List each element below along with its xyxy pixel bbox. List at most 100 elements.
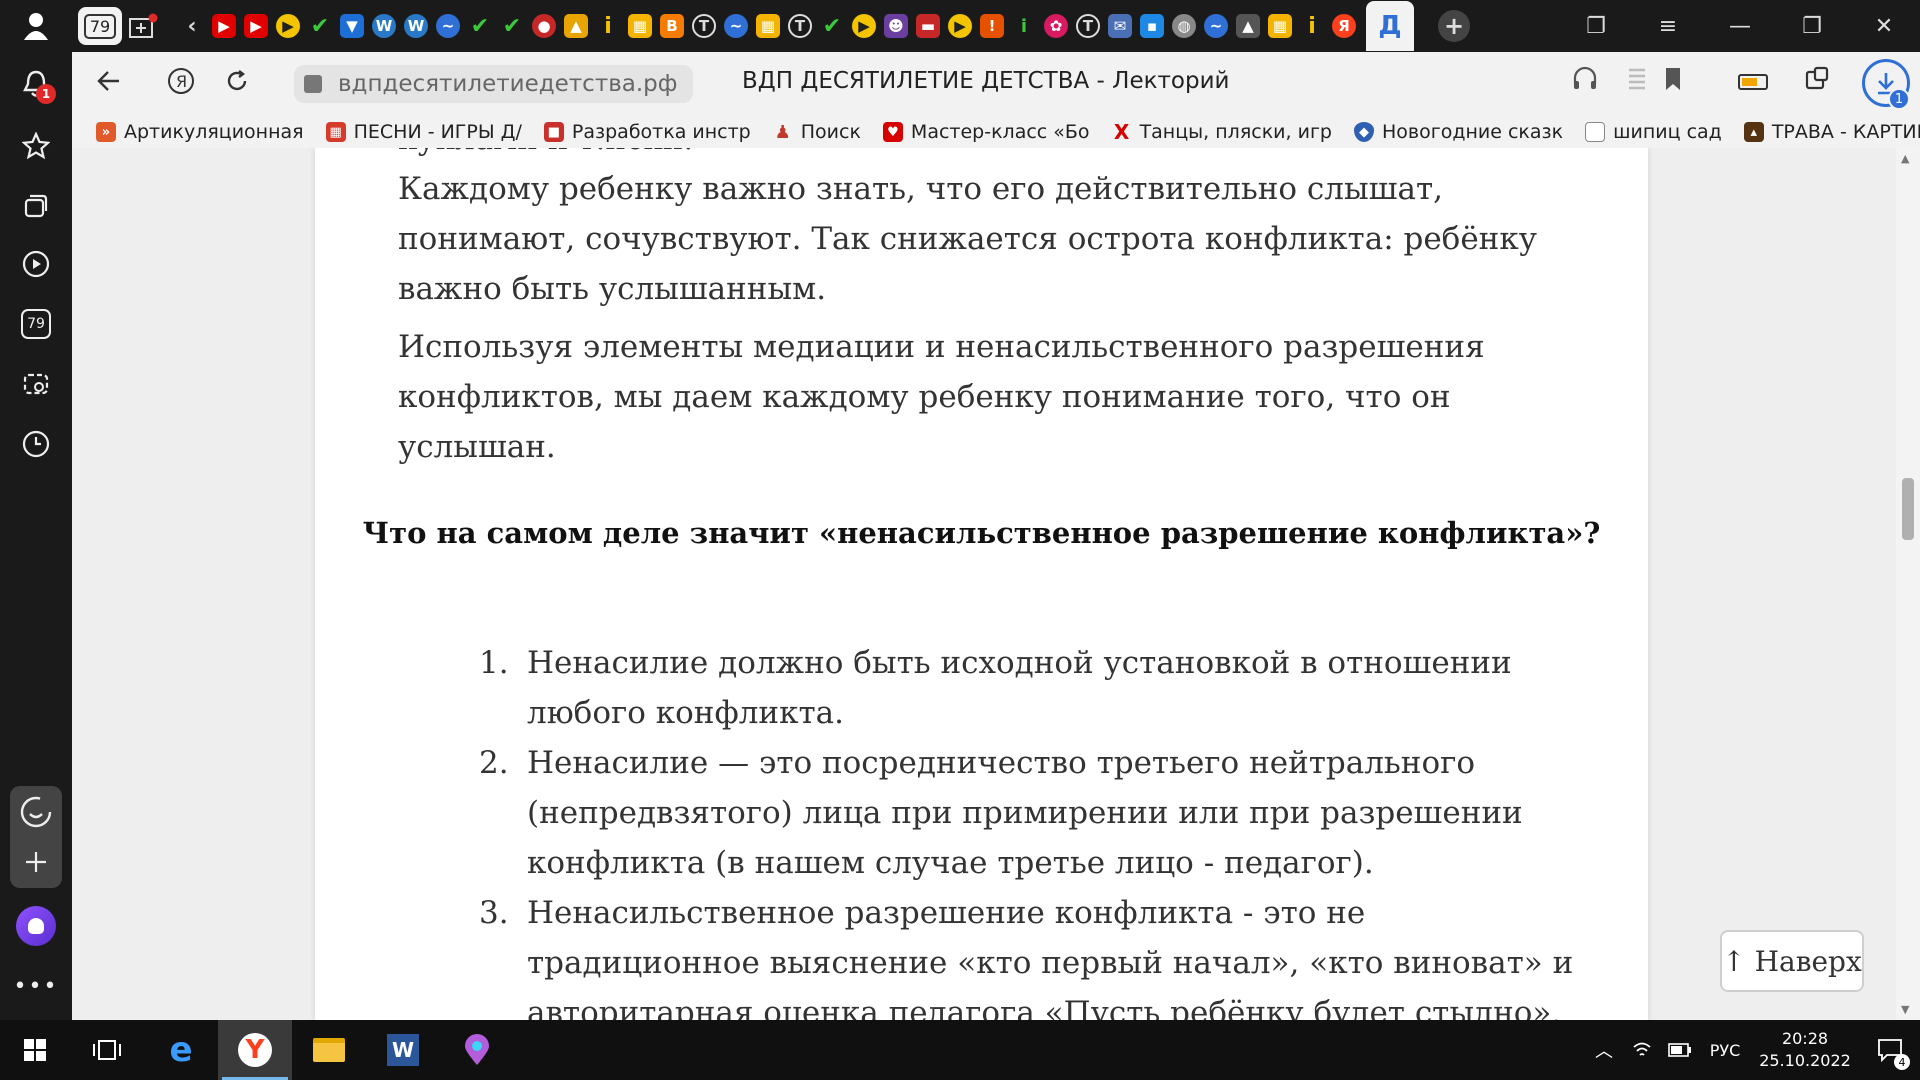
word-icon[interactable]: W xyxy=(366,1020,440,1080)
scrollbar-thumb[interactable] xyxy=(1902,478,1914,540)
reload-icon[interactable] xyxy=(210,69,264,100)
tab-youtube-1[interactable]: ▶ xyxy=(212,14,236,38)
collections-icon[interactable] xyxy=(10,180,62,232)
scroll-up-arrow-icon[interactable]: ▲ xyxy=(1901,152,1909,165)
tab-blogger[interactable]: B xyxy=(660,14,684,38)
close-window-icon[interactable]: ✕ xyxy=(1848,14,1920,39)
bookmark-item[interactable]: ◆ Новогодние сказк xyxy=(1353,121,1563,143)
headphones-icon[interactable] xyxy=(1572,66,1598,96)
tab-info-3[interactable]: i xyxy=(1300,14,1324,39)
tab-flower[interactable]: ✿ xyxy=(1044,14,1068,38)
file-explorer-icon[interactable] xyxy=(292,1020,366,1080)
tab-yandex[interactable]: Я xyxy=(1332,14,1356,38)
yandex-home-icon[interactable]: Я xyxy=(154,67,208,102)
tab-image-2[interactable]: ▦ xyxy=(756,14,780,38)
tab-cake[interactable]: ▲ xyxy=(564,14,588,38)
tab-counter-label: 79 xyxy=(83,13,117,39)
yandex-browser-taskbar-icon[interactable]: Y xyxy=(218,1020,292,1080)
list-item-text: Ненасильственное разрешение конфликта - … xyxy=(527,895,1574,1020)
tray-overflow-chevron-icon[interactable]: ︿ xyxy=(1584,1020,1624,1080)
bird-icon: ▴ xyxy=(1743,122,1764,142)
tab-play-1[interactable]: ▶ xyxy=(276,14,300,38)
tab-mountain[interactable]: ▲ xyxy=(1236,14,1260,38)
tab-blue-swoosh-2[interactable]: ~ xyxy=(724,14,748,38)
tab-car[interactable]: ▬ xyxy=(916,14,940,38)
tabs-overview-icon[interactable]: ❐ xyxy=(1560,14,1632,39)
clock[interactable]: 20:28 25.10.2022 xyxy=(1750,1028,1860,1072)
favorites-star-icon[interactable] xyxy=(10,120,62,172)
tab-calendar[interactable]: ! xyxy=(980,14,1004,38)
tab-shield[interactable]: ▼ xyxy=(340,14,364,38)
sidebar-widgets-panel xyxy=(10,786,62,888)
new-tab-plus-icon[interactable]: + xyxy=(1438,10,1470,42)
tab-t-2[interactable]: T xyxy=(788,14,812,38)
tab-active-current[interactable]: Д xyxy=(1366,1,1414,51)
tab-t-3[interactable]: T xyxy=(1076,14,1100,38)
maps-pin-icon[interactable] xyxy=(440,1020,514,1080)
bookmark-item[interactable]: ♥ Мастер-класс «Бо xyxy=(882,121,1090,143)
back-arrow-icon[interactable] xyxy=(82,69,136,99)
tab-blue-swoosh-1[interactable]: ~ xyxy=(436,14,460,38)
assistant-circle-icon[interactable] xyxy=(10,786,62,838)
windows-start-icon[interactable] xyxy=(0,1020,70,1080)
tab-t-1[interactable]: T xyxy=(692,14,716,38)
video-play-icon[interactable] xyxy=(10,238,62,290)
tab-check-4[interactable]: ✔ xyxy=(820,14,844,39)
tabs-list-button[interactable]: 79 xyxy=(10,298,62,350)
tab-mail[interactable]: ✉ xyxy=(1108,14,1132,38)
tab-person[interactable]: ☻ xyxy=(884,14,908,38)
tab-counter-button[interactable]: 79 xyxy=(78,7,122,45)
wifi-icon[interactable] xyxy=(1624,1020,1660,1080)
menu-hamburger-icon[interactable]: ≡ xyxy=(1632,14,1704,39)
battery-saver-icon[interactable] xyxy=(1738,74,1768,90)
edge-browser-icon[interactable]: e xyxy=(144,1020,218,1080)
bookmark-item[interactable]: ♟ Поиск xyxy=(773,121,861,143)
tab-info-1[interactable]: i xyxy=(596,14,620,39)
profile-icon[interactable] xyxy=(10,0,62,52)
tab-wordpress-2[interactable]: W xyxy=(404,14,428,38)
tab-image-3[interactable]: ▦ xyxy=(1268,14,1292,38)
extensions-puzzle-icon[interactable] xyxy=(1803,66,1831,100)
tab-check-3[interactable]: ✔ xyxy=(500,14,524,39)
tab-blue-swoosh-3[interactable]: ~ xyxy=(1204,14,1228,38)
bookmark-label: Мастер-класс «Бо xyxy=(910,121,1090,143)
tray-battery-icon[interactable] xyxy=(1660,1020,1700,1080)
scroll-down-arrow-icon[interactable]: ▼ xyxy=(1901,1003,1909,1016)
tab-check-1[interactable]: ✔ xyxy=(308,14,332,39)
minimize-icon[interactable]: — xyxy=(1704,14,1776,39)
scroll-tabs-left-icon[interactable]: ‹ xyxy=(180,14,204,39)
bookmark-item[interactable]: X Танцы, пляски, игр xyxy=(1112,120,1332,144)
new-tab-group-icon[interactable] xyxy=(126,13,160,38)
tab-check-2[interactable]: ✔ xyxy=(468,14,492,39)
bookmark-item[interactable]: ▦ ПЕСНИ - ИГРЫ Д/ xyxy=(325,121,522,143)
more-dots-icon[interactable]: ••• xyxy=(10,960,62,1012)
tab-wordpress-1[interactable]: W xyxy=(372,14,396,38)
bookmark-ribbon-icon[interactable] xyxy=(1664,66,1682,98)
tab-youtube-2[interactable]: ▶ xyxy=(244,14,268,38)
page-scrollbar[interactable]: ▲ ▼ xyxy=(1896,148,1920,1020)
alice-assistant-icon[interactable] xyxy=(10,900,62,952)
tab-image-1[interactable]: ▦ xyxy=(628,14,652,38)
url-field[interactable]: вдпдесятилетиедетства.рф xyxy=(294,65,694,103)
language-indicator[interactable]: РУС xyxy=(1700,1020,1750,1080)
tab-play-2[interactable]: ▶ xyxy=(852,14,876,38)
restore-window-icon[interactable]: ❐ xyxy=(1776,14,1848,39)
tab-gray-circle[interactable]: ◍ xyxy=(1172,14,1196,38)
tab-play-3[interactable]: ▶ xyxy=(948,14,972,38)
tab-apple[interactable]: ● xyxy=(532,14,556,38)
scroll-to-top-button[interactable]: ↑ Наверх xyxy=(1720,930,1864,992)
history-clock-icon[interactable] xyxy=(10,418,62,470)
bookmark-item[interactable]: ■ Разработка инстр xyxy=(543,121,751,143)
tab-info-2[interactable]: i xyxy=(1012,14,1036,38)
add-widget-plus-icon[interactable] xyxy=(10,836,62,888)
paragraph-cut-off: куклами и т.иски. xyxy=(398,148,1578,164)
screenshot-camera-icon[interactable] xyxy=(10,358,62,410)
bookmark-item[interactable]: шипиц сад xyxy=(1585,121,1722,143)
reader-mode-icon[interactable] xyxy=(1627,66,1647,98)
tab-chat[interactable]: ▪ xyxy=(1140,14,1164,38)
task-view-icon[interactable] xyxy=(70,1020,144,1080)
bookmark-item[interactable]: ▴ ТРАВА - КАРТИНК xyxy=(1743,121,1920,143)
notifications-button[interactable]: 1 xyxy=(10,58,62,110)
action-center-icon[interactable]: 4 xyxy=(1860,1020,1920,1080)
bookmark-item[interactable]: » Артикуляционная xyxy=(96,121,304,143)
